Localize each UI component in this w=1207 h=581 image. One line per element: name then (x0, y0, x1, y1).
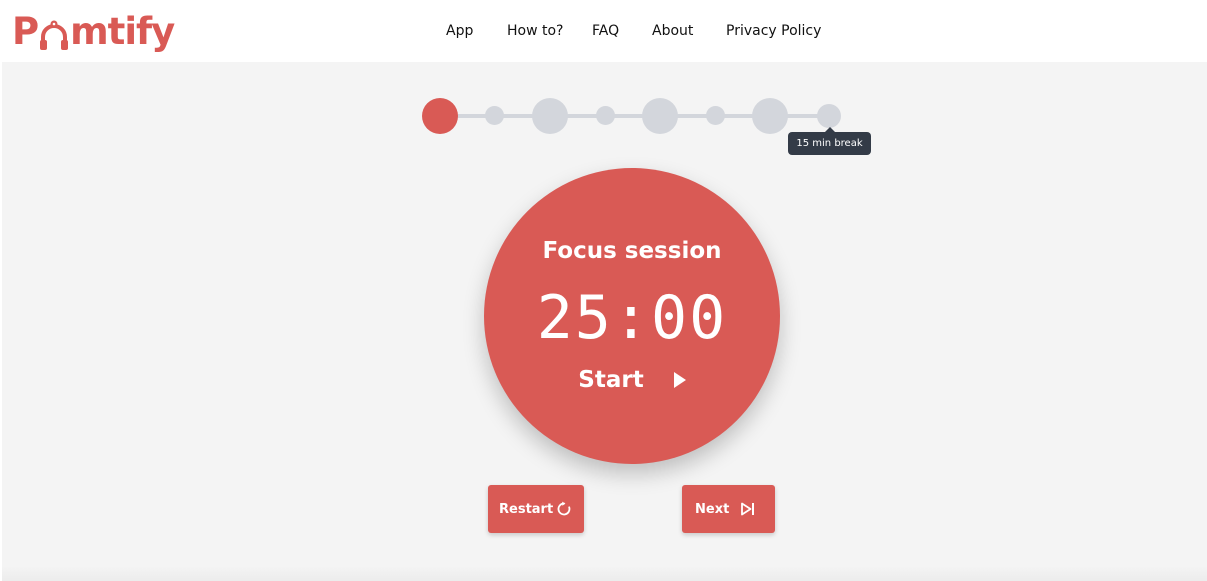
start-label: Start (578, 367, 644, 393)
restart-button[interactable]: Restart (488, 485, 584, 533)
main-area: 15 min break Focus session 25:00 Start R… (2, 62, 1207, 581)
session-label: Focus session (542, 238, 722, 264)
next-button[interactable]: Next (682, 485, 775, 533)
step-short-break-3[interactable] (706, 106, 725, 125)
nav-app[interactable]: App (446, 18, 473, 44)
step-focus-1[interactable] (422, 98, 458, 134)
session-progress: 15 min break (2, 62, 1207, 182)
step-short-break-2[interactable] (596, 106, 615, 125)
step-tooltip: 15 min break (788, 127, 871, 155)
nav-how-to[interactable]: How to? (507, 18, 563, 44)
nav-about[interactable]: About (652, 18, 693, 44)
timer-circle: Focus session 25:00 Start (484, 168, 780, 464)
restart-icon (556, 501, 572, 517)
skip-next-icon (740, 501, 756, 517)
page-bottom-edge (2, 566, 1207, 581)
step-focus-2[interactable] (532, 98, 568, 134)
restart-label: Restart (499, 501, 554, 517)
main-nav: App How to? FAQ About Privacy Policy (0, 18, 1207, 44)
nav-faq[interactable]: FAQ (592, 18, 619, 44)
next-label: Next (695, 501, 730, 517)
nav-privacy-policy[interactable]: Privacy Policy (726, 18, 821, 44)
start-button[interactable]: Start (484, 364, 780, 396)
step-short-break-1[interactable] (485, 106, 504, 125)
step-long-break[interactable] (817, 104, 841, 128)
play-icon (673, 372, 686, 388)
step-focus-3[interactable] (642, 98, 678, 134)
timer-display: 25:00 (536, 283, 728, 353)
step-focus-4[interactable] (752, 98, 788, 134)
header: P mtify App How to? FAQ About Privacy Po… (0, 0, 1207, 62)
